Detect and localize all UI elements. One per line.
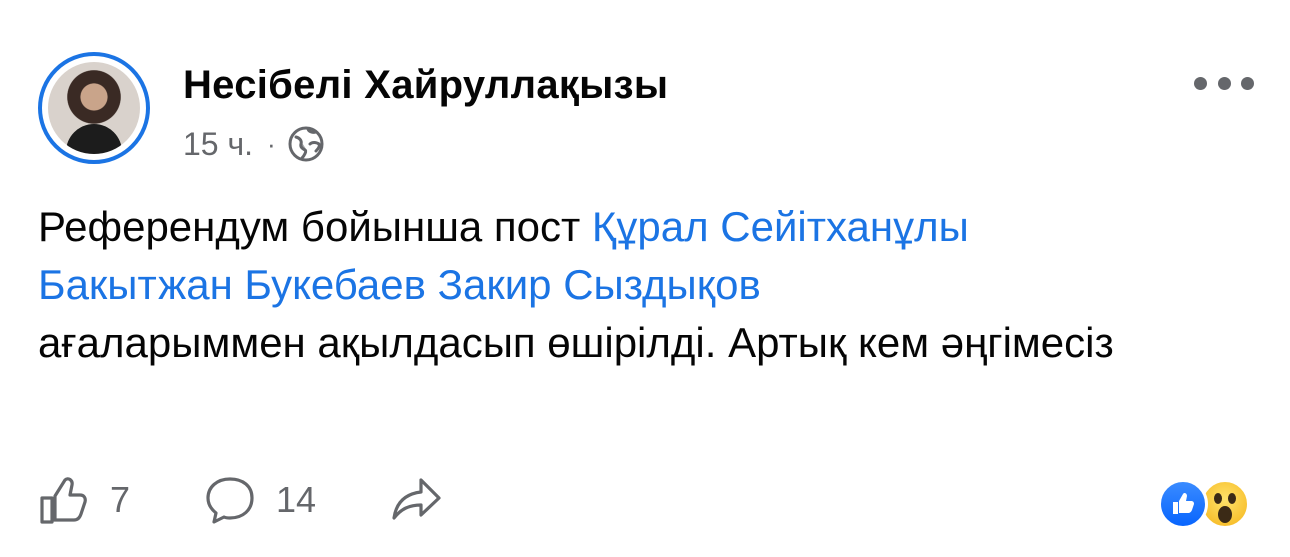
author-name[interactable]: Несібелі Хайруллақызы bbox=[183, 63, 668, 108]
share-arrow-icon bbox=[392, 478, 441, 520]
meta-separator: · bbox=[267, 128, 276, 159]
reactions-summary[interactable] bbox=[1158, 478, 1250, 530]
thumbs-up-icon bbox=[40, 477, 87, 524]
like-button[interactable]: 7 bbox=[36, 472, 130, 528]
post-text-prefix: Референдум бойынша пост bbox=[38, 203, 581, 250]
post-text-suffix: ағаларыммен ақылдасып өшірілді. Артық ке… bbox=[38, 319, 1114, 366]
comment-bubble-icon bbox=[206, 477, 254, 524]
comment-button[interactable]: 14 bbox=[202, 472, 316, 528]
action-bar: 7 14 bbox=[36, 472, 444, 528]
post-timestamp[interactable]: 15 ч. bbox=[183, 126, 253, 163]
post-meta: 15 ч. · bbox=[183, 124, 326, 164]
avatar-photo bbox=[48, 62, 140, 154]
post-text: Референдум бойынша пост Құрал Сейітханұл… bbox=[38, 198, 1238, 372]
globe-icon[interactable] bbox=[286, 124, 326, 164]
comment-count: 14 bbox=[276, 479, 317, 520]
mention-link[interactable]: Закир Сыздықов bbox=[438, 261, 761, 308]
mention-link[interactable]: Бакытжан Букебаев bbox=[38, 261, 426, 308]
like-count: 7 bbox=[110, 479, 131, 520]
mention-link[interactable]: Құрал Сейітханұлы bbox=[592, 203, 969, 250]
avatar[interactable] bbox=[38, 52, 150, 164]
more-options-icon[interactable] bbox=[1194, 68, 1254, 98]
share-button[interactable] bbox=[388, 472, 444, 528]
like-reaction-icon bbox=[1158, 479, 1208, 529]
